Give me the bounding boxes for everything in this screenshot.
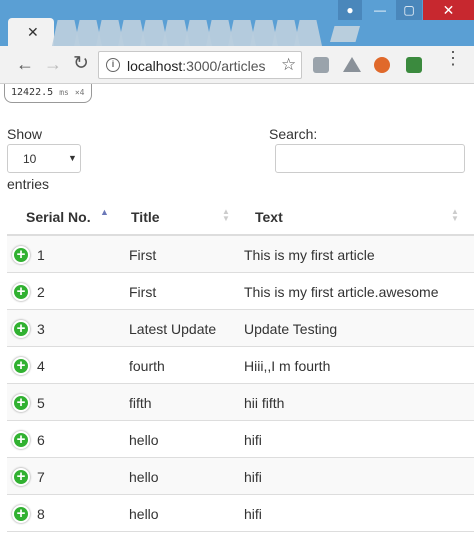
page-length-select[interactable]: 10 ▼	[7, 144, 81, 173]
table-row[interactable]: + 7 hello hifi	[7, 458, 474, 495]
plus-circle-icon[interactable]: +	[12, 320, 30, 338]
browser-toolbar: ← → ↻ i localhost:3000/articles ☆ ⋮	[0, 46, 474, 84]
column-header-title[interactable]: Title	[131, 209, 160, 225]
cell-title: hello	[129, 432, 159, 448]
maximize-icon[interactable]: ▢	[396, 0, 422, 20]
menu-kebab-icon[interactable]: ⋮	[444, 49, 462, 67]
extension-inbox-icon[interactable]	[313, 57, 329, 73]
page-content: 12422.5 ms ×4 Show 10 ▼ entries Search: …	[0, 84, 474, 534]
url-path: :3000/articles	[182, 58, 266, 74]
new-tab-button[interactable]	[330, 26, 360, 42]
plus-circle-icon[interactable]: +	[12, 468, 30, 486]
info-icon[interactable]: i	[106, 58, 120, 72]
extension-drive-icon[interactable]	[343, 57, 361, 72]
cell-serial: 5	[37, 395, 45, 411]
sort-both-icon[interactable]: ▲ ▼	[222, 208, 230, 223]
cell-text: hifi	[244, 506, 262, 522]
entries-label: entries	[7, 176, 50, 192]
page-length-value: 10	[23, 152, 37, 166]
tab-close-icon[interactable]: ✕	[27, 24, 39, 41]
show-label: Show	[7, 126, 43, 142]
bookmark-star-icon[interactable]: ☆	[281, 55, 296, 75]
table-header: Serial No. ▲ Title ▲ ▼ Text ▲ ▼	[7, 196, 474, 236]
minimize-icon[interactable]: —	[367, 0, 393, 20]
plus-circle-icon[interactable]: +	[12, 505, 30, 523]
perf-value: 12422.5	[11, 87, 54, 98]
table-row[interactable]: + 6 hello hifi	[7, 421, 474, 458]
window-titlebar: ✕ ● — ▢ ✕	[0, 0, 474, 46]
extension-green-icon[interactable]	[406, 57, 422, 73]
address-bar[interactable]: i localhost:3000/articles ☆	[98, 51, 302, 79]
search-label: Search:	[269, 126, 318, 142]
plus-circle-icon[interactable]: +	[12, 357, 30, 375]
table-row[interactable]: + 2 First This is my first article.aweso…	[7, 273, 474, 310]
sort-both-icon[interactable]: ▲ ▼	[451, 208, 459, 223]
cell-text: This is my first article	[244, 247, 375, 263]
table-row[interactable]: + 4 fourth Hiii,,I m fourth	[7, 347, 474, 384]
cell-serial: 8	[37, 506, 45, 522]
table-row[interactable]: + 3 Latest Update Update Testing	[7, 310, 474, 347]
perf-badge[interactable]: 12422.5 ms ×4	[4, 84, 92, 103]
cell-text: hifi	[244, 432, 262, 448]
forward-arrow-icon[interactable]: →	[44, 55, 62, 73]
cell-serial: 6	[37, 432, 45, 448]
table-row[interactable]: + 5 fifth hii fifth	[7, 384, 474, 421]
cell-title: First	[129, 247, 157, 263]
cell-text: Update Testing	[244, 321, 338, 337]
cell-serial: 4	[37, 358, 45, 374]
cell-text: Hiii,,I m fourth	[244, 358, 331, 374]
perf-count: ×4	[74, 88, 85, 97]
user-profile-icon[interactable]: ●	[338, 0, 362, 20]
window-close-icon[interactable]: ✕	[423, 0, 474, 20]
cell-title: fifth	[129, 395, 152, 411]
chevron-down-icon: ▼	[68, 153, 77, 163]
plus-circle-icon[interactable]: +	[12, 431, 30, 449]
column-header-serial[interactable]: Serial No.	[26, 209, 91, 225]
cell-title: Latest Update	[129, 321, 217, 337]
extension-orange-icon[interactable]	[374, 57, 390, 73]
column-header-text[interactable]: Text	[255, 209, 283, 225]
table-row[interactable]: + 8 hello hifi	[7, 495, 474, 532]
cell-title: First	[129, 284, 157, 300]
cell-serial: 7	[37, 469, 45, 485]
back-arrow-icon[interactable]: ←	[16, 55, 34, 73]
cell-serial: 1	[37, 247, 45, 263]
cell-title: hello	[129, 506, 159, 522]
plus-circle-icon[interactable]: +	[12, 246, 30, 264]
plus-circle-icon[interactable]: +	[12, 394, 30, 412]
articles-table: Serial No. ▲ Title ▲ ▼ Text ▲ ▼ + 1 First …	[7, 196, 474, 532]
browser-tab[interactable]	[294, 20, 322, 46]
cell-title: fourth	[129, 358, 165, 374]
search-input[interactable]	[275, 144, 465, 173]
cell-text: hifi	[244, 469, 262, 485]
reload-icon[interactable]: ↻	[73, 54, 89, 73]
table-row[interactable]: + 1 First This is my first article	[7, 236, 474, 273]
cell-text: This is my first article.awesome	[244, 284, 439, 300]
plus-circle-icon[interactable]: +	[12, 283, 30, 301]
sort-asc-icon[interactable]: ▲	[100, 208, 109, 217]
cell-serial: 3	[37, 321, 45, 337]
perf-unit: ms	[59, 88, 69, 97]
url-text[interactable]: localhost:3000/articles	[127, 58, 266, 74]
cell-title: hello	[129, 469, 159, 485]
cell-serial: 2	[37, 284, 45, 300]
cell-text: hii fifth	[244, 395, 285, 411]
url-host: localhost	[127, 58, 183, 74]
